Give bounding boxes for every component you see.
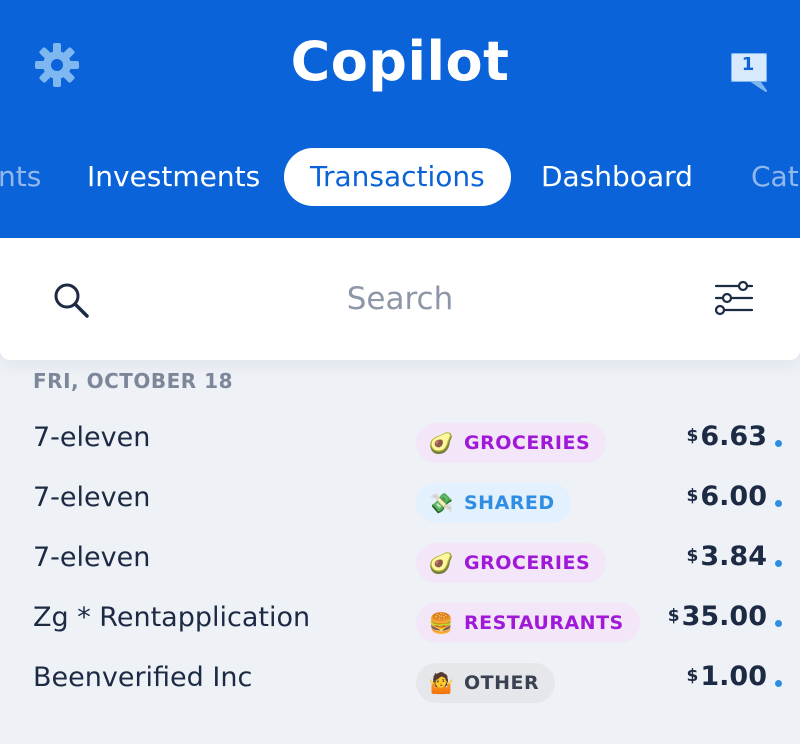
transaction-row[interactable]: 7-eleven 💸 SHARED $ 6.00	[0, 471, 800, 531]
amount-value: 35.00	[681, 601, 767, 632]
unreviewed-dot	[775, 500, 782, 507]
avocado-icon: 🥑	[428, 551, 454, 575]
burger-icon: 🍔	[428, 611, 454, 635]
unreviewed-dot	[775, 560, 782, 567]
category-label: GROCERIES	[464, 432, 591, 454]
currency-symbol: $	[686, 546, 699, 566]
category-tag-shared[interactable]: 💸 SHARED	[416, 483, 571, 523]
merchant-name: 7-eleven	[33, 542, 151, 573]
category-tag-groceries[interactable]: 🥑 GROCERIES	[416, 543, 607, 583]
category-label: SHARED	[464, 492, 555, 514]
amount-value: 6.63	[700, 421, 767, 452]
merchant-name: Zg * Rentapplication	[33, 602, 311, 633]
avocado-icon: 🥑	[428, 431, 454, 455]
app-title: Copilot	[290, 30, 510, 93]
unreviewed-dot	[775, 440, 782, 447]
tab-dashboard[interactable]: Dashboard	[541, 148, 693, 206]
filter-sliders-icon[interactable]	[714, 280, 754, 316]
tab-transactions[interactable]: Transactions	[284, 148, 511, 206]
amount: $ 6.00	[687, 481, 767, 512]
amount: $ 35.00	[668, 601, 767, 632]
currency-symbol: $	[667, 606, 680, 626]
tab-accounts-partial[interactable]: nts	[0, 148, 41, 206]
category-label: GROCERIES	[464, 552, 591, 574]
tab-categories-partial[interactable]: Cat	[751, 148, 799, 206]
category-tag-other[interactable]: 🤷 OTHER	[416, 663, 556, 703]
amount-value: 1.00	[700, 661, 767, 692]
amount: $ 3.84	[687, 541, 767, 572]
transaction-row[interactable]: 7-eleven 🥑 GROCERIES $ 6.63	[0, 411, 800, 471]
unreviewed-dot	[775, 680, 782, 687]
transaction-row[interactable]: Zg * Rentapplication 🍔 RESTAURANTS $ 35.…	[0, 591, 800, 651]
amount: $ 6.63	[687, 421, 767, 452]
date-group-header: FRI, OCTOBER 18	[33, 369, 233, 393]
tab-investments[interactable]: Investments	[87, 148, 260, 206]
amount-value: 3.84	[700, 541, 767, 572]
currency-symbol: $	[686, 426, 699, 446]
merchant-name: Beenverified Inc	[33, 662, 253, 693]
currency-symbol: $	[686, 486, 699, 506]
transaction-row[interactable]: 7-eleven 🥑 GROCERIES $ 3.84	[0, 531, 800, 591]
search-bar	[0, 238, 800, 360]
currency-symbol: $	[686, 666, 699, 686]
category-tag-groceries[interactable]: 🥑 GROCERIES	[416, 423, 607, 463]
unreviewed-dot	[775, 620, 782, 627]
search-input[interactable]	[250, 274, 550, 324]
amount: $ 1.00	[687, 661, 767, 692]
merchant-name: 7-eleven	[33, 422, 151, 453]
category-label: RESTAURANTS	[464, 612, 624, 634]
category-tag-restaurants[interactable]: 🍔 RESTAURANTS	[416, 603, 640, 643]
shrug-icon: 🤷	[428, 671, 454, 695]
money-wings-icon: 💸	[428, 491, 454, 515]
app-header: Copilot 1 nts Investments Transactions D…	[0, 0, 800, 240]
amount-value: 6.00	[700, 481, 767, 512]
transaction-row[interactable]: Beenverified Inc 🤷 OTHER $ 1.00	[0, 651, 800, 711]
merchant-name: 7-eleven	[33, 482, 151, 513]
category-label: OTHER	[464, 672, 540, 694]
tab-bar: nts Investments Transactions Dashboard C…	[0, 148, 800, 206]
search-icon[interactable]	[51, 280, 91, 320]
notification-badge-count: 1	[741, 54, 755, 75]
